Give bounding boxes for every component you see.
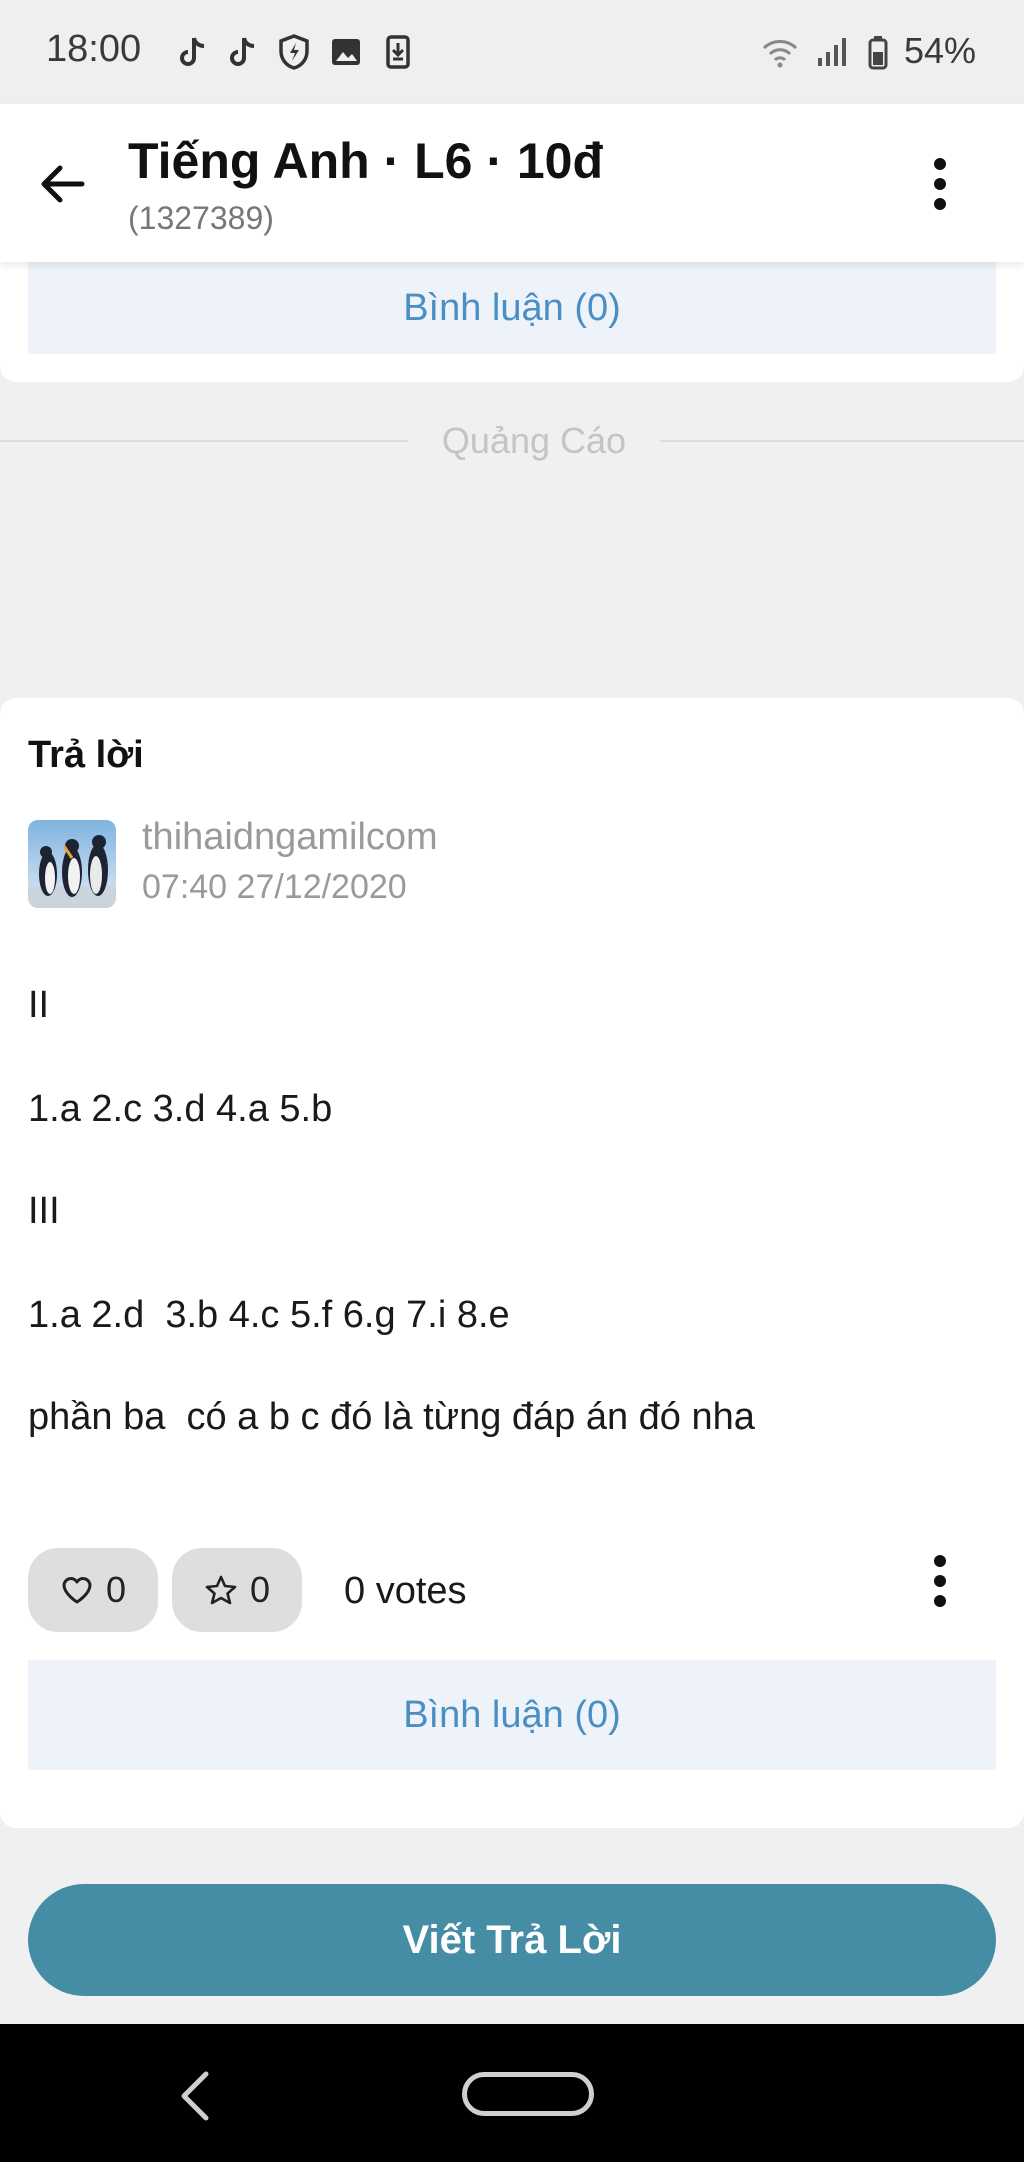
more-vertical-icon bbox=[934, 158, 946, 210]
heart-icon bbox=[62, 1577, 92, 1604]
star-count: 0 bbox=[249, 1569, 271, 1610]
battery-icon bbox=[868, 36, 888, 70]
battery-percentage: 54% bbox=[904, 30, 977, 71]
signal-icon bbox=[818, 38, 846, 66]
answer-more-options-button[interactable] bbox=[908, 1546, 972, 1616]
votes-count: 0 votes bbox=[344, 1570, 467, 1612]
status-time: 18:00 bbox=[46, 28, 142, 70]
arrow-left-icon bbox=[41, 165, 85, 203]
divider bbox=[660, 440, 1024, 442]
nav-home-button[interactable] bbox=[462, 2072, 594, 2116]
answer-text-line: phần ba có a b c đó là từng đáp án đó nh… bbox=[28, 1396, 755, 1438]
download-icon bbox=[386, 35, 410, 69]
like-button[interactable]: 0 bbox=[28, 1548, 158, 1632]
answer-text-line: 1.a 2.c 3.d 4.a 5.b bbox=[28, 1088, 333, 1130]
avatar[interactable] bbox=[28, 820, 116, 908]
like-count: 0 bbox=[105, 1569, 127, 1610]
shield-icon bbox=[279, 34, 309, 70]
star-button[interactable]: 0 bbox=[172, 1548, 302, 1632]
write-answer-button[interactable]: Viết Trả Lời bbox=[28, 1884, 996, 1996]
question-id: (1327389) bbox=[128, 200, 274, 236]
more-vertical-icon bbox=[934, 1555, 946, 1607]
username[interactable]: thihaidngamilcom bbox=[142, 816, 438, 859]
wifi-icon bbox=[762, 40, 798, 68]
answer-text-line: II bbox=[28, 984, 50, 1026]
answer-heading: Trả lời bbox=[28, 734, 144, 776]
answer-text-line: III bbox=[28, 1190, 60, 1232]
page-title: Tiếng Anh · L6 · 10đ bbox=[128, 133, 604, 189]
back-button[interactable] bbox=[26, 148, 98, 220]
timestamp: 07:40 27/12/2020 bbox=[142, 868, 407, 906]
tiktok-icon bbox=[230, 37, 255, 66]
comment-button[interactable]: Bình luận (0) bbox=[28, 262, 996, 354]
divider bbox=[0, 440, 408, 442]
more-options-button[interactable] bbox=[908, 148, 972, 220]
ad-label: Quảng Cáo bbox=[441, 420, 627, 461]
answer-text-line: 1.a 2.d 3.b 4.c 5.f 6.g 7.i 8.e bbox=[28, 1294, 510, 1336]
star-icon bbox=[205, 1575, 237, 1605]
nav-back-icon[interactable] bbox=[176, 2068, 216, 2124]
status-bar: 18:00 54% bbox=[0, 0, 1024, 104]
answer-comment-button[interactable]: Bình luận (0) bbox=[28, 1660, 996, 1770]
answer-card: Trả lời thihaidngamilcom 07:40 27/12/202… bbox=[0, 698, 1024, 1828]
app-bar: Tiếng Anh · L6 · 10đ (1327389) bbox=[0, 104, 1024, 262]
system-nav-bar bbox=[0, 2024, 1024, 2162]
image-icon bbox=[332, 39, 360, 65]
penguins-avatar-image bbox=[28, 820, 116, 908]
previous-post-card: Bình luận (0) bbox=[0, 262, 1024, 382]
tiktok-icon bbox=[180, 37, 205, 66]
